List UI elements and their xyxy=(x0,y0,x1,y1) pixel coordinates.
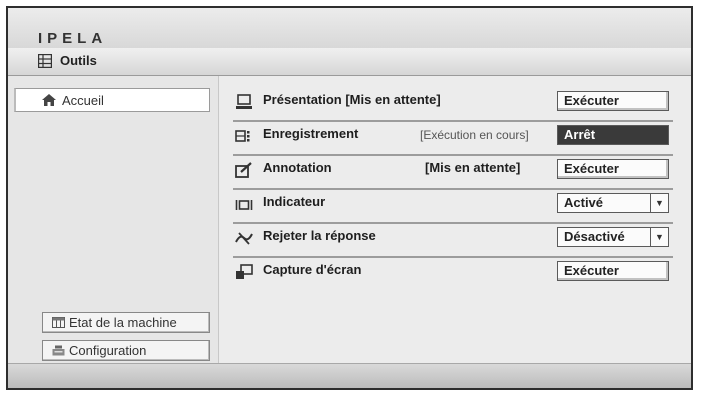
row-label: Rejeter la réponse xyxy=(263,228,376,243)
row-label: Indicateur xyxy=(263,194,326,209)
row-screen-capture: Capture d'écran Exécuter xyxy=(233,258,673,290)
row-annotation: Annotation [Mis en attente] Exécuter xyxy=(233,156,673,190)
sidebar-item-label: Accueil xyxy=(62,93,104,108)
row-indicator: Indicateur Activé ▼ xyxy=(233,190,673,224)
sidebar-item-home[interactable]: Accueil xyxy=(14,88,210,112)
reject-response-icon xyxy=(235,232,253,245)
sidebar: Accueil Etat de la machine Configuration xyxy=(8,76,219,368)
row-status: [Mis en attente] xyxy=(425,160,521,175)
execute-button[interactable]: Exécuter xyxy=(557,261,669,281)
dropdown-arrow-icon[interactable]: ▼ xyxy=(650,228,668,246)
dropdown-arrow-icon[interactable]: ▼ xyxy=(650,194,668,212)
machine-status-button[interactable]: Etat de la machine xyxy=(42,312,210,333)
execute-button[interactable]: Exécuter xyxy=(557,159,669,179)
configuration-icon xyxy=(52,345,65,356)
header: IPELA xyxy=(8,8,691,48)
indicator-icon xyxy=(235,200,253,210)
screen-capture-icon xyxy=(236,264,253,279)
machine-status-label: Etat de la machine xyxy=(69,315,177,330)
row-label: Capture d'écran xyxy=(263,262,362,277)
row-label: Annotation xyxy=(263,160,332,175)
annotation-icon xyxy=(235,162,252,178)
row-status: [Exécution en cours] xyxy=(420,128,529,142)
row-label: Enregistrement xyxy=(263,126,359,141)
recording-icon xyxy=(235,130,250,142)
configuration-label: Configuration xyxy=(69,343,147,358)
tools-bar: Outils xyxy=(8,48,691,76)
row-label: Présentation [Mis en attente] xyxy=(263,92,441,107)
stop-button[interactable]: Arrêt xyxy=(557,125,669,145)
row-recording: Enregistrement [Exécution en cours] Arrê… xyxy=(233,122,673,156)
tools-title: Outils xyxy=(60,53,97,68)
indicator-select[interactable]: Activé ▼ xyxy=(557,193,669,213)
app-window: IPELA Outils Accueil Etat de la machine xyxy=(6,6,693,390)
execute-button[interactable]: Exécuter xyxy=(557,91,669,111)
select-value: Désactivé xyxy=(564,229,625,244)
machine-status-icon xyxy=(52,317,65,328)
configuration-button[interactable]: Configuration xyxy=(42,340,210,361)
footer-bar xyxy=(8,363,691,388)
ipela-logo: IPELA xyxy=(38,30,108,47)
reject-response-select[interactable]: Désactivé ▼ xyxy=(557,227,669,247)
select-value: Activé xyxy=(564,195,604,210)
main-panel: Présentation [Mis en attente] Exécuter E… xyxy=(219,76,691,368)
row-reject-response: Rejeter la réponse Désactivé ▼ xyxy=(233,224,673,258)
row-presentation: Présentation [Mis en attente] Exécuter xyxy=(233,88,673,122)
home-icon xyxy=(42,94,56,106)
presentation-icon xyxy=(236,94,252,109)
grid-icon xyxy=(38,54,52,68)
